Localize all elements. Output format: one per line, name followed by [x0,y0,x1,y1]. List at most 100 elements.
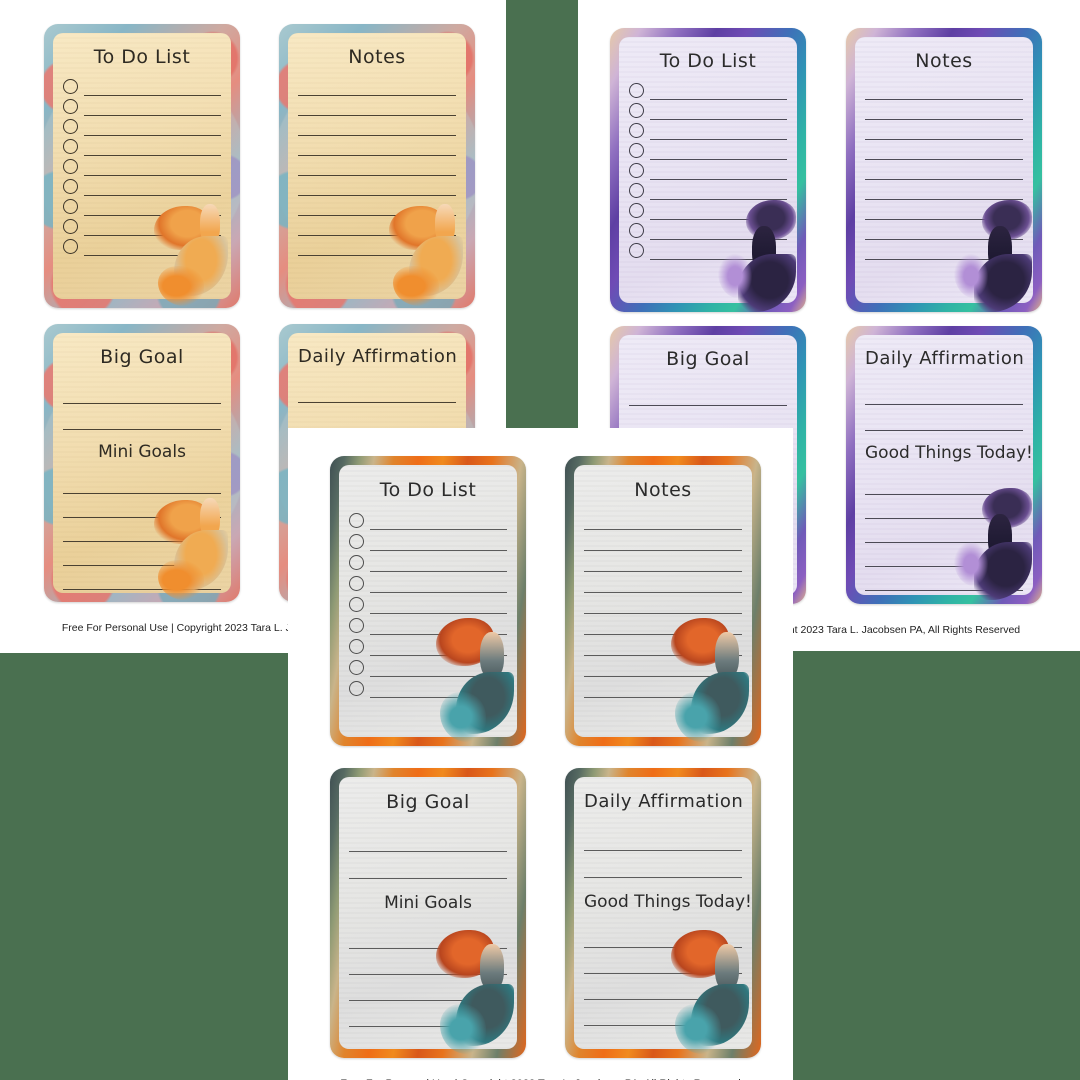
checkbox-circle-icon[interactable] [63,139,78,154]
write-line[interactable] [298,175,456,176]
card-notes-sunset[interactable]: Notes [565,456,761,746]
ruled-row[interactable] [865,405,1023,431]
ruled-row[interactable] [865,160,1023,180]
write-line[interactable] [298,95,456,96]
write-line[interactable] [865,430,1023,431]
write-line[interactable] [650,119,787,120]
card-biggoal-sunset[interactable]: Big Goal Mini Goals [330,768,526,1058]
card-todo-sunset[interactable]: To Do List [330,456,526,746]
checkbox-circle-icon[interactable] [629,243,644,258]
checkbox-circle-icon[interactable] [629,103,644,118]
checkbox-circle-icon[interactable] [63,119,78,134]
ruled-row[interactable] [584,572,742,593]
checkbox-circle-icon[interactable] [63,199,78,214]
checkbox-circle-icon[interactable] [349,639,364,654]
checklist-row[interactable] [629,80,787,100]
checklist-row[interactable] [629,100,787,120]
ruled-row[interactable] [584,530,742,551]
ruled-row[interactable] [865,120,1023,140]
ruled-row[interactable] [865,140,1023,160]
card-biggoal-vintage[interactable]: Big Goal Mini Goals [44,324,240,602]
write-line[interactable] [84,135,221,136]
checkbox-circle-icon[interactable] [629,83,644,98]
card-todo-purple[interactable]: To Do List [610,28,806,312]
ruled-row[interactable] [63,404,221,430]
write-line[interactable] [865,119,1023,120]
checkbox-circle-icon[interactable] [349,534,364,549]
checkbox-circle-icon[interactable] [629,183,644,198]
ruled-row[interactable] [298,377,456,403]
ruled-row[interactable] [865,100,1023,120]
checkbox-circle-icon[interactable] [349,555,364,570]
checkbox-circle-icon[interactable] [349,513,364,528]
checklist-row[interactable] [349,551,507,572]
checkbox-circle-icon[interactable] [349,597,364,612]
ruled-row[interactable] [298,96,456,116]
write-line[interactable] [370,529,507,530]
ruled-row[interactable] [629,380,787,406]
write-line[interactable] [298,115,456,116]
write-line[interactable] [349,878,507,879]
ruled-row[interactable] [349,825,507,852]
write-line[interactable] [865,404,1023,405]
write-line[interactable] [865,139,1023,140]
write-line[interactable] [584,550,742,551]
card-todo-vintage[interactable]: To Do List [44,24,240,308]
write-line[interactable] [370,592,507,593]
write-line[interactable] [584,571,742,572]
checkbox-circle-icon[interactable] [63,219,78,234]
write-line[interactable] [584,529,742,530]
checklist-row[interactable] [349,572,507,593]
checklist-row[interactable] [63,116,221,136]
checkbox-circle-icon[interactable] [629,123,644,138]
write-line[interactable] [84,175,221,176]
checkbox-circle-icon[interactable] [63,159,78,174]
checklist-row[interactable] [349,509,507,530]
write-line[interactable] [63,403,221,404]
checkbox-circle-icon[interactable] [349,576,364,591]
checkbox-circle-icon[interactable] [629,223,644,238]
ruled-row[interactable] [298,76,456,96]
ruled-row[interactable] [349,852,507,879]
write-line[interactable] [865,179,1023,180]
ruled-row[interactable] [584,509,742,530]
checklist-row[interactable] [629,140,787,160]
checkbox-circle-icon[interactable] [629,143,644,158]
write-line[interactable] [650,99,787,100]
ruled-row[interactable] [298,403,456,429]
write-line[interactable] [650,159,787,160]
ruled-row[interactable] [63,378,221,404]
ruled-row[interactable] [298,156,456,176]
checkbox-circle-icon[interactable] [63,239,78,254]
ruled-row[interactable] [584,824,742,851]
checkbox-circle-icon[interactable] [349,618,364,633]
write-line[interactable] [84,115,221,116]
write-line[interactable] [63,429,221,430]
checkbox-circle-icon[interactable] [349,660,364,675]
checklist-row[interactable] [629,160,787,180]
checkbox-circle-icon[interactable] [63,99,78,114]
write-line[interactable] [298,402,456,403]
write-line[interactable] [298,155,456,156]
write-line[interactable] [629,405,787,406]
write-line[interactable] [298,135,456,136]
ruled-row[interactable] [865,379,1023,405]
checklist-row[interactable] [63,156,221,176]
ruled-row[interactable] [298,136,456,156]
ruled-row[interactable] [584,551,742,572]
card-affirmation-purple[interactable]: Daily Affirmation Good Things Today! [846,326,1042,604]
write-line[interactable] [865,99,1023,100]
card-affirmation-sunset[interactable]: Daily Affirmation Good Things Today! [565,768,761,1058]
write-line[interactable] [84,155,221,156]
checklist-row[interactable] [63,136,221,156]
checkbox-circle-icon[interactable] [63,79,78,94]
write-line[interactable] [584,877,742,878]
write-line[interactable] [650,139,787,140]
write-line[interactable] [370,571,507,572]
write-line[interactable] [865,159,1023,160]
checklist-row[interactable] [63,76,221,96]
checklist-row[interactable] [629,120,787,140]
write-line[interactable] [84,95,221,96]
checkbox-circle-icon[interactable] [629,203,644,218]
write-line[interactable] [349,851,507,852]
